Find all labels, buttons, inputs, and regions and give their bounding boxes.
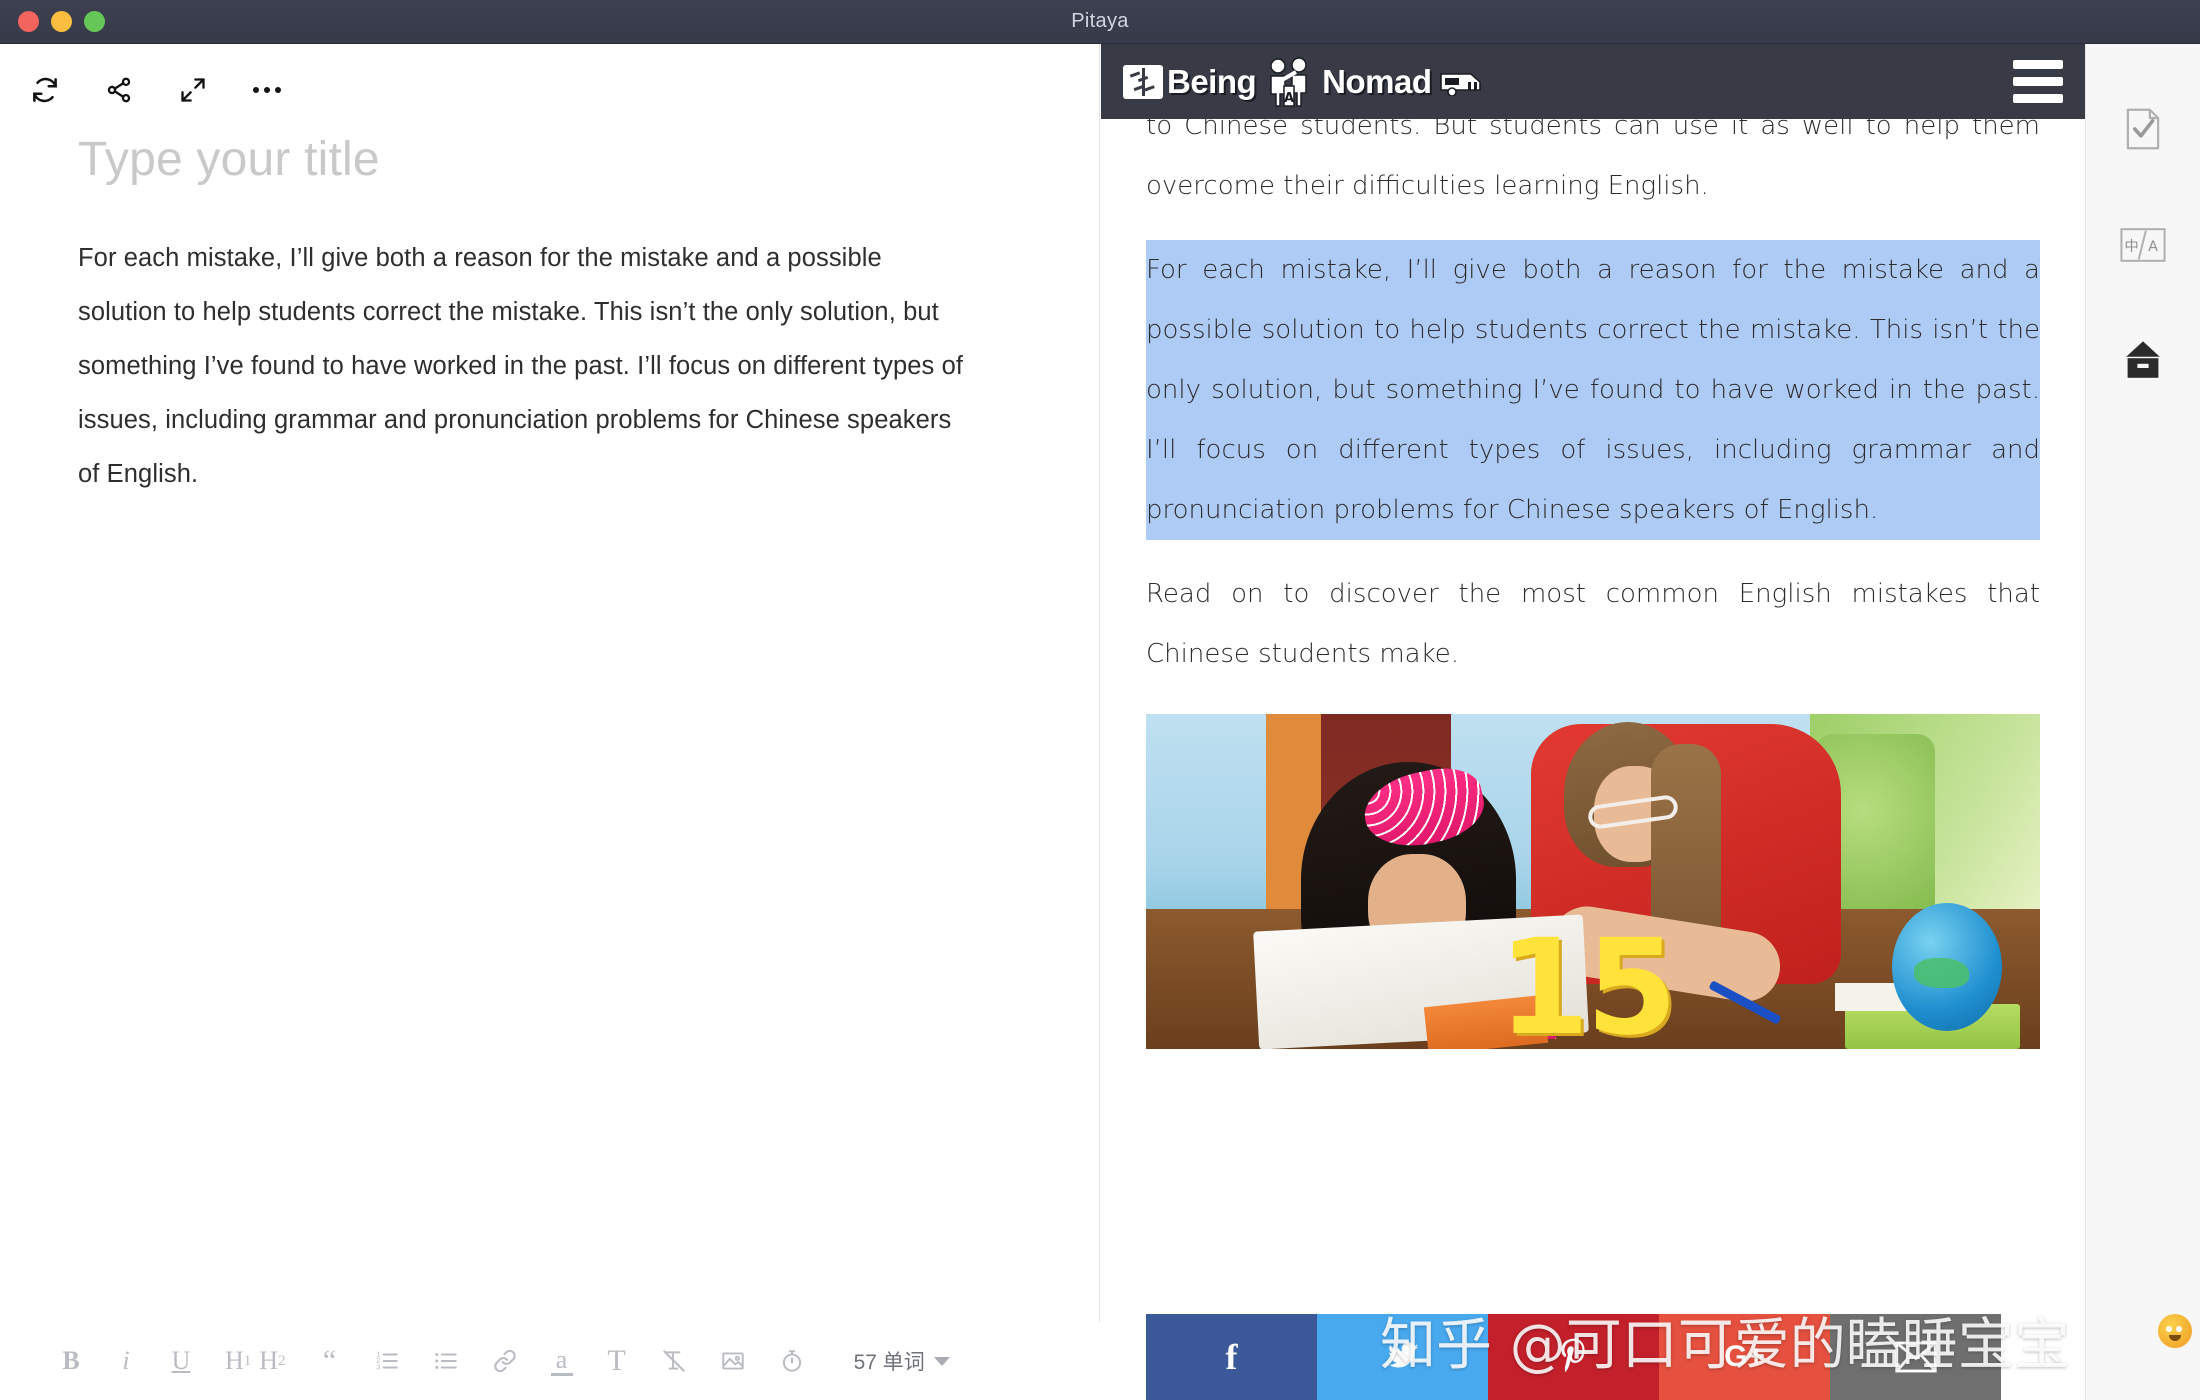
- facebook-icon: f: [1225, 1337, 1238, 1377]
- email-share-button[interactable]: [1830, 1314, 2001, 1400]
- text-color-button[interactable]: a: [550, 1345, 573, 1376]
- underline-button[interactable]: U: [170, 1341, 192, 1381]
- share-icon[interactable]: [100, 71, 138, 109]
- heading2-subscript: 2: [278, 1352, 286, 1369]
- site-header: Being A Nomad: [1101, 44, 2085, 119]
- word-count-label: 57 单词: [853, 1351, 925, 1374]
- close-window-button[interactable]: [18, 11, 39, 32]
- brand-text-nomad: Nomad: [1322, 62, 1432, 100]
- right-sidebar: 中 A: [2085, 44, 2200, 1400]
- twitter-share-button[interactable]: [1317, 1314, 1488, 1400]
- editor-format-toolbar: B i U H1 H2 “ 1 2 3 a T 57 单词: [0, 1322, 1100, 1400]
- timer-icon[interactable]: [779, 1341, 805, 1381]
- document-body-editor[interactable]: For each mistake, I’ll give both a reaso…: [78, 231, 968, 501]
- app-window: Pitaya Type your title For each mistake,…: [0, 0, 2200, 1400]
- clear-format-icon[interactable]: [661, 1341, 687, 1381]
- zoom-window-button[interactable]: [84, 11, 105, 32]
- article-paragraph-3[interactable]: Read on to discover the most common Engl…: [1146, 564, 2040, 684]
- link-icon[interactable]: [492, 1341, 518, 1381]
- preview-article: to Chinese students. But students can us…: [1101, 44, 2085, 1049]
- site-logo[interactable]: Being A Nomad: [1123, 56, 1484, 108]
- image-icon[interactable]: [720, 1341, 746, 1381]
- twitter-icon: [1383, 1340, 1423, 1374]
- googleplus-icon: G+: [1724, 1340, 1765, 1373]
- fullscreen-icon[interactable]: [174, 71, 212, 109]
- googleplus-share-button[interactable]: G+: [1659, 1314, 1830, 1400]
- font-size-button[interactable]: T: [606, 1341, 628, 1381]
- window-titlebar: Pitaya: [0, 0, 2200, 44]
- brand-letter-a: A: [1284, 91, 1294, 106]
- heading1-button[interactable]: H1: [225, 1341, 251, 1381]
- editor-top-toolbar: [0, 44, 1099, 114]
- facebook-share-button[interactable]: f: [1146, 1314, 1317, 1400]
- pinterest-share-button[interactable]: [1488, 1314, 1659, 1400]
- social-share-bar: f G+: [1146, 1314, 2001, 1400]
- translate-glyph-en: A: [2148, 239, 2158, 255]
- heading2-letter: H: [259, 1346, 279, 1375]
- chevron-down-icon: [933, 1356, 950, 1366]
- article-paragraph-2-selected[interactable]: For each mistake, I’ll give both a reaso…: [1146, 240, 2040, 540]
- image-overlay-number: 15: [1498, 911, 1678, 1049]
- more-icon[interactable]: [248, 71, 286, 109]
- pinterest-icon: [1557, 1337, 1591, 1377]
- suitcase-icon: [1123, 64, 1163, 99]
- translate-icon[interactable]: 中 A: [2118, 220, 2168, 270]
- heading2-button[interactable]: H2: [259, 1341, 285, 1381]
- family-icon: A: [1262, 56, 1316, 108]
- heading1-subscript: 1: [243, 1352, 252, 1369]
- word-count-dropdown[interactable]: 57 单词: [854, 1346, 950, 1376]
- heading1-letter: H: [225, 1346, 244, 1375]
- translate-glyph-cn: 中: [2124, 238, 2138, 255]
- traffic-lights: [18, 11, 105, 32]
- brand-text-being: Being: [1167, 62, 1257, 100]
- bullet-list-icon[interactable]: [433, 1341, 459, 1381]
- article-image: 15: [1146, 714, 2040, 1049]
- proofread-icon[interactable]: [2118, 104, 2168, 154]
- ordered-list-icon[interactable]: 1 2 3: [374, 1341, 400, 1381]
- editor-pane: Type your title For each mistake, I’ll g…: [0, 44, 1100, 1400]
- minimize-window-button[interactable]: [51, 11, 72, 32]
- publish-box-icon[interactable]: [2118, 336, 2168, 386]
- bold-button[interactable]: B: [60, 1341, 82, 1381]
- hamburger-menu-icon[interactable]: [2013, 60, 2063, 103]
- svg-text:3: 3: [376, 1363, 380, 1372]
- envelope-icon: [1894, 1341, 1937, 1373]
- italic-button[interactable]: i: [115, 1341, 137, 1381]
- blockquote-button[interactable]: “: [319, 1341, 341, 1381]
- caravan-icon: [1438, 68, 1484, 97]
- document-title-input[interactable]: Type your title: [78, 132, 1099, 187]
- preview-pane: to Chinese students. But students can us…: [1101, 44, 2085, 1400]
- status-emoji-badge: [2158, 1314, 2192, 1348]
- window-title: Pitaya: [1071, 10, 1129, 32]
- sync-icon[interactable]: [26, 71, 64, 109]
